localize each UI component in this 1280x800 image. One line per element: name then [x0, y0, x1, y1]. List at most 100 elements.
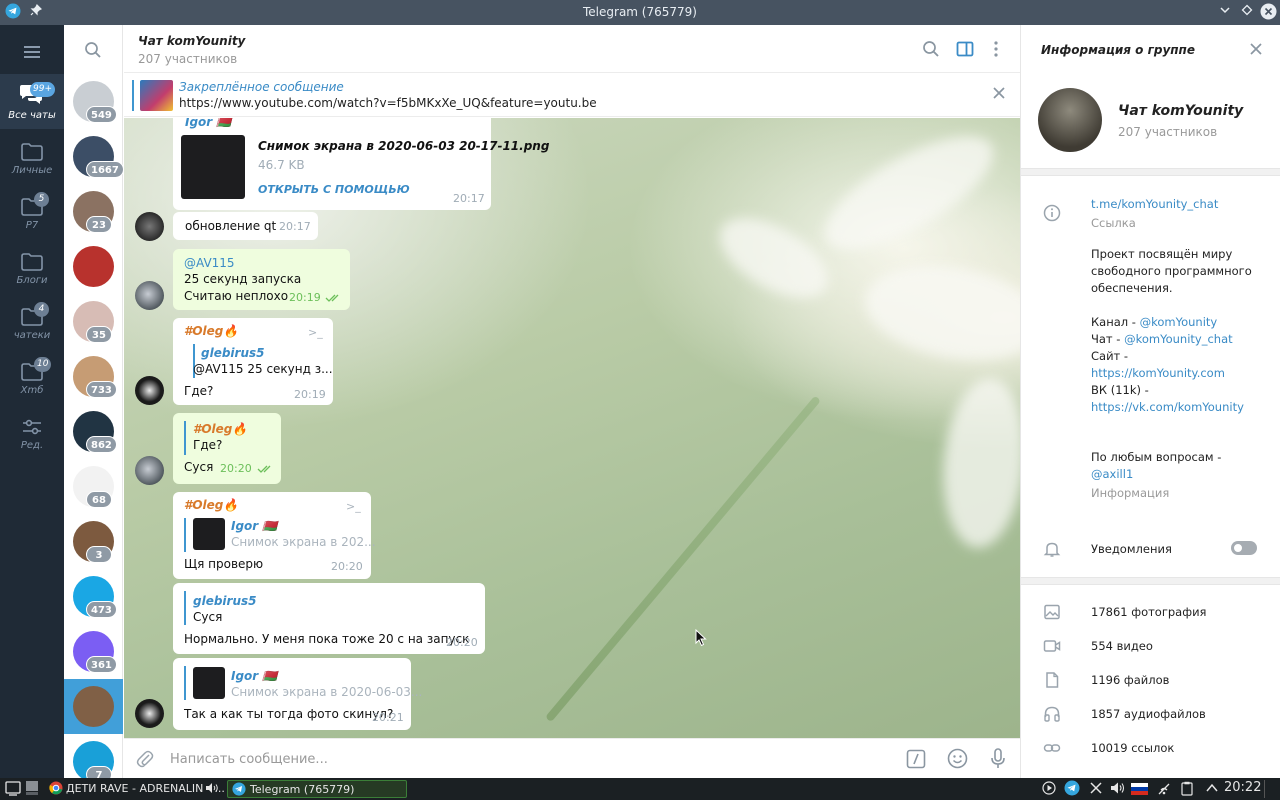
chat-list-item[interactable]: 733	[64, 349, 123, 404]
group-avatar[interactable]	[1038, 88, 1102, 152]
shared-media-item[interactable]: 17861 фотография	[1091, 605, 1206, 619]
edit-folders-icon	[23, 419, 41, 435]
message-bubble[interactable]: #Oleg🔥 Где? Суся 20:20	[173, 413, 281, 484]
folder-personal[interactable]: Личные	[0, 129, 64, 184]
message-sender[interactable]: #Oleg🔥	[184, 498, 238, 512]
folder-p7[interactable]: 5 P7	[0, 184, 64, 239]
channel-link[interactable]: @komYounity	[1140, 315, 1218, 329]
more-options-icon[interactable]	[992, 40, 1000, 61]
shared-media-item[interactable]: 10019 ссылок	[1091, 741, 1174, 755]
message-input[interactable]: Написать сообщение...	[170, 752, 328, 767]
show-desktop-icon[interactable]	[25, 780, 39, 799]
close-window-icon[interactable]	[1259, 3, 1278, 22]
message-bubble[interactable]: #Oleg🔥 >_ Igor 🇧🇾 Снимок экрана в 202...…	[173, 492, 376, 579]
reply-text[interactable]: Снимок экрана в 2020-06-03...	[231, 685, 422, 699]
file-name: Снимок экрана в 2020-06-03 20-17-11.png	[258, 139, 550, 153]
keyboard-layout-flag-icon[interactable]	[1131, 783, 1148, 798]
folder-label: Ред.	[20, 440, 44, 451]
reply-sender[interactable]: Igor 🇧🇾	[231, 519, 277, 533]
chat-link[interactable]: @komYounity_chat	[1124, 332, 1233, 346]
volume-icon[interactable]	[1110, 781, 1126, 798]
chat-list-item[interactable]: 3	[64, 514, 123, 569]
avatar[interactable]	[135, 456, 164, 485]
message-bubble[interactable]: @AV115 25 секунд запуска Считаю неплохо …	[173, 249, 350, 310]
tray-expand-icon[interactable]	[1206, 783, 1218, 796]
sidebar-toggle-icon[interactable]	[956, 40, 974, 61]
message-sender[interactable]: Igor 🇧🇾	[185, 118, 231, 129]
bot-commands-icon[interactable]	[906, 749, 926, 772]
folder-edit[interactable]: Ред.	[0, 404, 64, 459]
show-desktop-corner[interactable]	[1264, 780, 1278, 798]
message-bubble[interactable]: обновление qt 20:17	[173, 212, 318, 240]
folder-xmb[interactable]: 10 Xmб	[0, 349, 64, 404]
message-sender[interactable]: #Oleg🔥	[184, 324, 238, 338]
clock[interactable]: 20:22	[1224, 780, 1261, 795]
close-icon[interactable]	[992, 86, 1006, 103]
chat-list-item[interactable]: 862	[64, 404, 123, 459]
reply-text[interactable]: @AV115 25 секунд з...	[193, 362, 333, 376]
telegram-tray-icon[interactable]	[1064, 780, 1080, 799]
taskbar-task-telegram[interactable]: Telegram (765779)	[227, 780, 407, 798]
reply-sender[interactable]: glebirus5	[193, 594, 257, 608]
site-label: Сайт -	[1091, 349, 1129, 363]
main-menu-button[interactable]	[0, 25, 64, 80]
message-bubble[interactable]: Igor 🇧🇾 Снимок экрана в 2020-06-03 20-17…	[173, 118, 549, 210]
message-composer: Написать сообщение...	[124, 738, 1020, 778]
avatar[interactable]	[135, 699, 164, 728]
search-icon[interactable]	[84, 41, 102, 62]
taskbar-task-browser[interactable]: ДЕТИ RAVE - ADRENALIN - ...	[66, 782, 225, 795]
search-icon[interactable]	[922, 40, 940, 61]
message-mention[interactable]: @AV115	[184, 256, 235, 270]
message-bubble[interactable]: glebirus5 Суся Нормально. У меня пока то…	[173, 583, 485, 654]
folder-blogs[interactable]: Блоги	[0, 239, 64, 294]
chat-list-item[interactable]: 23	[64, 184, 123, 239]
close-icon[interactable]	[1249, 42, 1263, 59]
media-play-icon[interactable]	[1042, 781, 1056, 798]
site-link[interactable]: https://komYounity.com	[1091, 366, 1225, 380]
contact-link[interactable]: @axill1	[1091, 467, 1133, 481]
network-disconnected-icon[interactable]	[1156, 781, 1172, 800]
reply-sender[interactable]: Igor 🇧🇾	[231, 669, 277, 683]
microphone-icon[interactable]	[990, 748, 1006, 773]
chat-list-item[interactable]: 549	[64, 74, 123, 129]
unread-badge: 35	[86, 326, 112, 343]
file-open-with-link[interactable]: ОТКРЫТЬ С ПОМОЩЬЮ	[258, 183, 410, 196]
chat-list-item[interactable]: 1667	[64, 129, 124, 184]
avatar[interactable]	[135, 281, 164, 310]
chat-avatar	[73, 246, 114, 287]
reply-sender[interactable]: #Oleg🔥	[193, 422, 247, 436]
shared-media-item[interactable]: 1196 файлов	[1091, 673, 1169, 687]
vk-link[interactable]: https://vk.com/komYounity	[1091, 400, 1244, 414]
shared-media-item[interactable]: 1857 аудиофайлов	[1091, 707, 1206, 721]
reply-sender[interactable]: glebirus5	[201, 346, 265, 360]
reply-text[interactable]: Снимок экрана в 202...	[231, 535, 376, 549]
clipboard-icon[interactable]	[1181, 781, 1193, 799]
folder-chateki[interactable]: 4 чатеки	[0, 294, 64, 349]
minimize-icon[interactable]	[1215, 3, 1234, 22]
chat-list-item[interactable]: 35	[64, 294, 123, 349]
notifications-toggle[interactable]	[1231, 541, 1257, 555]
background-petal	[936, 374, 1020, 552]
avatar[interactable]	[135, 376, 164, 405]
emoji-icon[interactable]	[947, 748, 968, 772]
pinned-message-bar[interactable]: Закреплённое сообщение https://www.youtu…	[124, 74, 1020, 117]
shared-media-item[interactable]: 554 видео	[1091, 639, 1153, 653]
chat-list-item[interactable]	[64, 679, 123, 734]
chat-list-item[interactable]: 68	[64, 459, 123, 514]
tools-icon[interactable]	[1089, 781, 1103, 798]
message-bubble[interactable]: #Oleg🔥 >_ glebirus5 @AV115 25 секунд з..…	[173, 318, 333, 405]
group-link[interactable]: t.me/komYounity_chat	[1091, 197, 1218, 211]
reply-text[interactable]: Суся	[193, 610, 222, 624]
maximize-icon[interactable]	[1237, 3, 1256, 22]
file-thumbnail[interactable]	[181, 135, 245, 199]
chat-list-item[interactable]: 473	[64, 569, 123, 624]
folder-all-chats[interactable]: 99+ Все чаты	[0, 74, 64, 129]
chat-title[interactable]: Чат komYounity	[138, 34, 245, 48]
chat-list-item[interactable]	[64, 239, 123, 294]
avatar[interactable]	[135, 212, 164, 241]
reply-text[interactable]: Где?	[193, 438, 222, 452]
chat-list-item[interactable]: 361	[64, 624, 123, 679]
attach-icon[interactable]	[136, 749, 154, 772]
message-bubble[interactable]: Igor 🇧🇾 Снимок экрана в 2020-06-03... Та…	[173, 658, 422, 730]
app-launcher-icon[interactable]	[5, 780, 21, 799]
